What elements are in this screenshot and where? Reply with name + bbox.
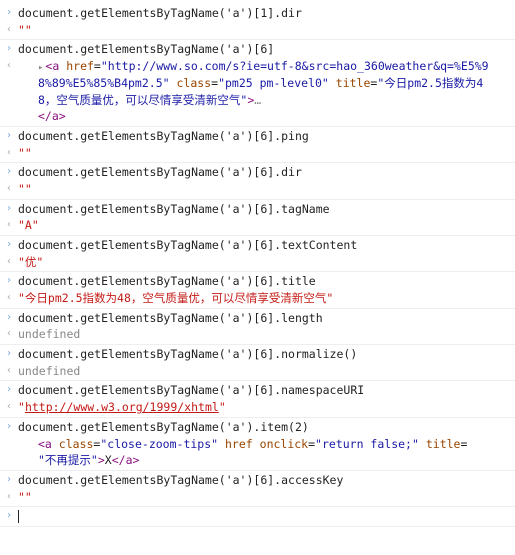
console-entry: › document.getElementsByTagName('a').ite… — [0, 418, 515, 471]
prompt-icon: › — [4, 419, 14, 435]
console-line-content: "今日pm2.5指数为48，空气质量优，可以尽情享受清新空气" — [18, 290, 515, 307]
console-line-content[interactable]: document.getElementsByTagName('a')[6].ac… — [18, 472, 515, 489]
output-icon: ‹ — [4, 254, 14, 270]
output-icon: ‹ — [4, 363, 14, 379]
console-output: › document.getElementsByTagName('a')[1].… — [0, 4, 515, 507]
console-line-content[interactable]: document.getElementsByTagName('a').item(… — [18, 419, 515, 436]
console-line-content: "" — [18, 22, 515, 39]
console-entry: › document.getElementsByTagName('a')[6].… — [0, 272, 515, 308]
console-line-content[interactable]: document.getElementsByTagName('a')[6].na… — [18, 382, 515, 399]
console-line-content: "http://www.w3.org/1999/xhtml" — [18, 399, 515, 416]
console-entry: › document.getElementsByTagName('a')[6] … — [0, 40, 515, 127]
console-line-content: "" — [18, 145, 515, 162]
prompt-icon: › — [4, 164, 14, 180]
console-line-content[interactable]: document.getElementsByTagName('a')[6].ta… — [18, 201, 515, 218]
prompt-icon: › — [4, 382, 14, 398]
console-line-content[interactable]: document.getElementsByTagName('a')[6].te… — [18, 237, 515, 254]
console-line-content: undefined — [18, 363, 515, 380]
prompt-icon: › — [4, 472, 14, 488]
output-icon: ‹ — [4, 399, 14, 415]
console-entry: › document.getElementsByTagName('a')[6].… — [0, 163, 515, 199]
output-icon: ‹ — [4, 489, 14, 505]
console-line-content[interactable]: document.getElementsByTagName('a')[1].di… — [18, 5, 515, 22]
console-entry: › document.getElementsByTagName('a')[6].… — [0, 345, 515, 381]
console-entry: › document.getElementsByTagName('a')[6].… — [0, 236, 515, 272]
output-icon: ‹ — [4, 58, 14, 74]
output-icon: ‹ — [4, 22, 14, 38]
output-icon: ‹ — [4, 290, 14, 306]
prompt-icon: › — [4, 273, 14, 289]
prompt-icon: › — [4, 41, 14, 57]
prompt-icon: › — [4, 201, 14, 217]
console-entry: › document.getElementsByTagName('a')[6].… — [0, 381, 515, 417]
console-line-content[interactable]: document.getElementsByTagName('a')[6].di… — [18, 164, 515, 181]
console-input[interactable] — [18, 508, 515, 525]
console-entry: › document.getElementsByTagName('a')[6].… — [0, 309, 515, 345]
prompt-icon: › — [4, 508, 14, 524]
console-line-content[interactable]: ▸<a href="http://www.so.com/s?ie=utf-8&s… — [18, 58, 515, 125]
console-line-content[interactable]: document.getElementsByTagName('a')[6].le… — [18, 310, 515, 327]
console-line-content[interactable]: document.getElementsByTagName('a')[6].ti… — [18, 273, 515, 290]
console-entry: › document.getElementsByTagName('a')[1].… — [0, 4, 515, 40]
console-entry: › document.getElementsByTagName('a')[6].… — [0, 200, 515, 236]
prompt-icon: › — [4, 5, 14, 21]
console-line-content: "" — [18, 489, 515, 506]
console-entry: › document.getElementsByTagName('a')[6].… — [0, 471, 515, 507]
console-entry: › document.getElementsByTagName('a')[6].… — [0, 127, 515, 163]
console-line-content[interactable]: document.getElementsByTagName('a')[6].no… — [18, 346, 515, 363]
output-icon: ‹ — [4, 145, 14, 161]
prompt-icon: › — [4, 237, 14, 253]
prompt-icon: › — [4, 310, 14, 326]
console-line-content[interactable]: document.getElementsByTagName('a')[6] — [18, 41, 515, 58]
console-line-content[interactable]: <a class="close-zoom-tips" href onclick=… — [18, 436, 515, 469]
console-line-content: "A" — [18, 217, 515, 234]
output-icon: ‹ — [4, 326, 14, 342]
prompt-icon: › — [4, 346, 14, 362]
console-line-content: "" — [18, 181, 515, 198]
output-icon: ‹ — [4, 217, 14, 233]
prompt-icon: › — [4, 128, 14, 144]
console-input-line[interactable]: › — [0, 507, 515, 527]
console-line-content: "优" — [18, 254, 515, 271]
console-line-content[interactable]: document.getElementsByTagName('a')[6].pi… — [18, 128, 515, 145]
output-icon: ‹ — [4, 181, 14, 197]
console-line-content: undefined — [18, 326, 515, 343]
